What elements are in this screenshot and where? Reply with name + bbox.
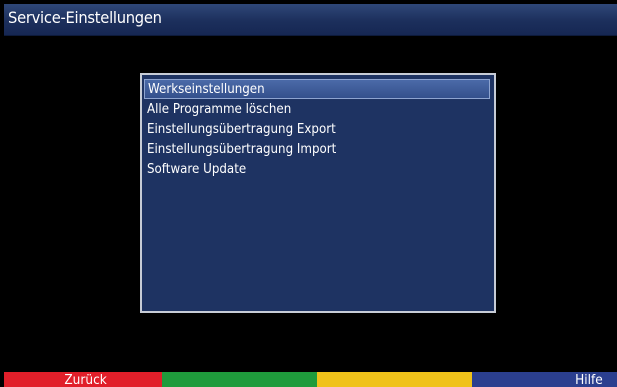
menu-item-alle-programme-loeschen[interactable]: Alle Programme löschen bbox=[144, 99, 490, 119]
blue-key-label: Hilfe bbox=[575, 372, 603, 387]
page-title: Service-Einstellungen bbox=[8, 8, 162, 27]
color-key-bar: Zurück Hilfe bbox=[4, 372, 617, 387]
service-menu-list: Werkseinstellungen Alle Programme lösche… bbox=[144, 79, 490, 179]
red-key-label: Zurück bbox=[64, 372, 107, 387]
menu-item-label: Alle Programme löschen bbox=[147, 101, 292, 117]
tv-osd-screen: Service-Einstellungen Werkseinstellungen… bbox=[0, 0, 617, 387]
menu-item-label: Werkseinstellungen bbox=[148, 81, 265, 97]
menu-item-einstellungsuebertragung-import[interactable]: Einstellungsübertragung Import bbox=[144, 139, 490, 159]
green-key-button[interactable] bbox=[162, 372, 317, 387]
blue-key-help-button[interactable]: Hilfe bbox=[472, 372, 617, 387]
menu-item-einstellungsuebertragung-export[interactable]: Einstellungsübertragung Export bbox=[144, 119, 490, 139]
menu-item-label: Software Update bbox=[147, 161, 247, 177]
red-key-back-button[interactable]: Zurück bbox=[4, 372, 162, 387]
menu-item-software-update[interactable]: Software Update bbox=[144, 159, 490, 179]
menu-item-werkseinstellungen[interactable]: Werkseinstellungen bbox=[144, 79, 490, 99]
menu-item-label: Einstellungsübertragung Export bbox=[147, 121, 336, 137]
menu-item-label: Einstellungsübertragung Import bbox=[147, 141, 337, 157]
yellow-key-button[interactable] bbox=[317, 372, 472, 387]
service-menu-panel: Werkseinstellungen Alle Programme lösche… bbox=[140, 73, 496, 313]
title-bar: Service-Einstellungen bbox=[4, 4, 617, 36]
